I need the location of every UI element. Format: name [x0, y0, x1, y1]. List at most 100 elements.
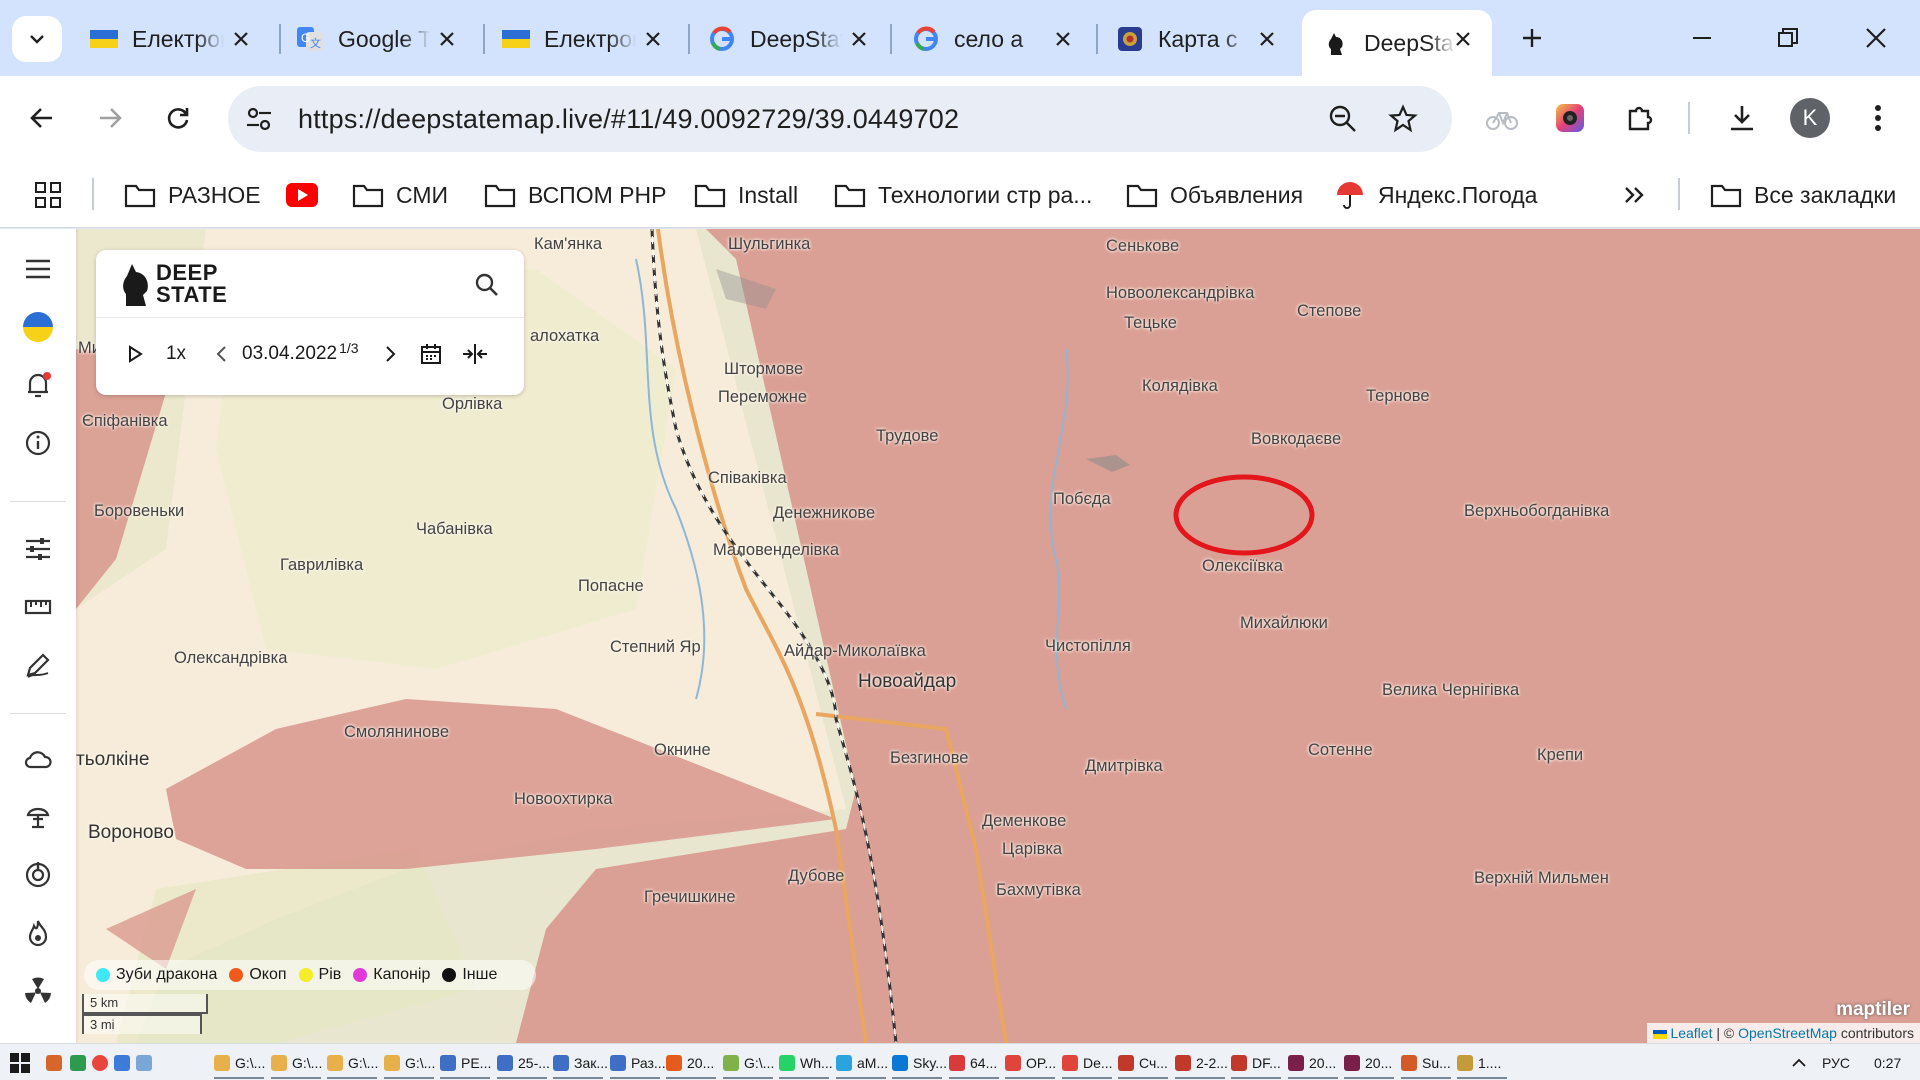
more-bookmarks-button[interactable]: [1622, 178, 1658, 212]
taskbar-window-button[interactable]: OP...: [1005, 1051, 1056, 1075]
filters-button[interactable]: [20, 531, 56, 567]
nuclear-button[interactable]: [20, 973, 56, 1009]
compare-button[interactable]: [460, 338, 490, 370]
map-search-button[interactable]: [470, 268, 504, 302]
new-tab-button[interactable]: [1512, 18, 1552, 58]
taskbar-window-button[interactable]: 20...: [666, 1051, 714, 1075]
bookmark-folder-raznoe[interactable]: РАЗНОЕ: [124, 178, 261, 212]
close-tab-icon[interactable]: [434, 26, 460, 52]
url-text[interactable]: https://deepstatemap.live/#11/49.0092729…: [298, 104, 959, 135]
tab-7-active[interactable]: DeepState: [1302, 10, 1492, 76]
radar-button[interactable]: [20, 857, 56, 893]
pinned-app[interactable]: [46, 1051, 67, 1075]
tab-1[interactable]: Електронна: [70, 10, 270, 68]
legend-item[interactable]: Капонір: [353, 966, 430, 984]
fire-button[interactable]: [20, 915, 56, 951]
clock[interactable]: 0:27: [1874, 1051, 1901, 1075]
back-button[interactable]: [20, 96, 64, 140]
extensions-button[interactable]: [1618, 96, 1662, 140]
taskbar-window-button[interactable]: Сч...: [1118, 1051, 1168, 1075]
taskbar-window-button[interactable]: Wh...: [779, 1051, 833, 1075]
taskbar-window-button[interactable]: G:\...: [723, 1051, 774, 1075]
speed-button[interactable]: 1x: [158, 338, 194, 370]
bookmark-folder-install[interactable]: Install: [694, 178, 798, 212]
taskbar-window-button[interactable]: Sky...: [892, 1051, 947, 1075]
taskbar-window-button[interactable]: PE...: [440, 1051, 491, 1075]
pinned-app[interactable]: [70, 1051, 91, 1075]
close-tab-icon[interactable]: [846, 26, 872, 52]
bookmark-folder-smi[interactable]: СМИ: [352, 178, 448, 212]
draw-button[interactable]: [20, 647, 56, 683]
next-date-button[interactable]: [380, 338, 400, 370]
close-tab-icon[interactable]: [1050, 26, 1076, 52]
air-raid-button[interactable]: [20, 799, 56, 835]
tab-3[interactable]: Електронна: [482, 10, 682, 68]
taskbar-window-button[interactable]: 64...: [949, 1051, 997, 1075]
legend-item[interactable]: Інше: [442, 966, 497, 984]
site-settings-icon[interactable]: [244, 104, 274, 134]
notifications-button[interactable]: [20, 367, 56, 403]
close-tab-icon[interactable]: [228, 26, 254, 52]
zoom-out-icon[interactable]: [1328, 104, 1358, 134]
info-button[interactable]: [20, 425, 56, 461]
language-indicator[interactable]: РУС: [1822, 1051, 1850, 1075]
play-button[interactable]: [122, 338, 148, 370]
apps-button[interactable]: [34, 178, 74, 212]
all-bookmarks-button[interactable]: Все закладки: [1710, 178, 1896, 212]
legend-item[interactable]: Зуби дракона: [96, 966, 217, 984]
ruler-button[interactable]: [20, 589, 56, 625]
close-tab-icon[interactable]: [1254, 26, 1280, 52]
weather-button[interactable]: [20, 741, 56, 777]
taskbar-window-button[interactable]: 20...: [1344, 1051, 1392, 1075]
taskbar-window-button[interactable]: G:\...: [327, 1051, 378, 1075]
leaflet-link[interactable]: Leaflet: [1670, 1025, 1712, 1041]
taskbar-window-button[interactable]: Зак...: [553, 1051, 608, 1075]
menu-button[interactable]: [1856, 96, 1900, 140]
legend-item[interactable]: Окоп: [229, 966, 287, 984]
downloads-button[interactable]: [1720, 96, 1764, 140]
restore-button[interactable]: [1768, 18, 1808, 58]
date-display[interactable]: 03.04.2022 1/3: [242, 338, 359, 370]
taskbar-window-button[interactable]: 20...: [1288, 1051, 1336, 1075]
bookmark-folder-ads[interactable]: Объявления: [1126, 178, 1303, 212]
maptiler-logo[interactable]: maptiler: [1836, 999, 1910, 1021]
extension-camera-button[interactable]: [1548, 96, 1592, 140]
close-window-button[interactable]: [1856, 18, 1896, 58]
bookmark-folder-vspom[interactable]: ВСПОМ PHP: [484, 178, 666, 212]
osm-link[interactable]: OpenStreetMap: [1738, 1025, 1837, 1041]
start-button[interactable]: [10, 1051, 30, 1075]
extension-bike-button[interactable]: [1480, 96, 1524, 140]
tab-search-button[interactable]: [12, 16, 62, 62]
pinned-chrome[interactable]: [92, 1051, 113, 1075]
address-bar[interactable]: https://deepstatemap.live/#11/49.0092729…: [228, 86, 1452, 152]
tab-5[interactable]: село а: [892, 10, 1092, 68]
tab-6[interactable]: Карта с: [1096, 10, 1296, 68]
tab-2[interactable]: G文 Google Translate: [276, 10, 476, 68]
tray-chevron[interactable]: [1792, 1051, 1806, 1075]
minimize-button[interactable]: [1682, 18, 1722, 58]
taskbar-window-button[interactable]: 1....: [1457, 1051, 1501, 1075]
taskbar-window-button[interactable]: G:\...: [214, 1051, 265, 1075]
taskbar-window-button[interactable]: Su...: [1401, 1051, 1451, 1075]
tab-4[interactable]: DeepState: [688, 10, 888, 68]
close-tab-icon[interactable]: [1450, 26, 1476, 52]
legend-item[interactable]: Рів: [298, 966, 341, 984]
profile-button[interactable]: K: [1788, 96, 1832, 140]
taskbar-window-button[interactable]: Раз...: [610, 1051, 666, 1075]
star-icon[interactable]: [1388, 104, 1418, 134]
taskbar-window-button[interactable]: DF...: [1231, 1051, 1281, 1075]
language-button[interactable]: [20, 309, 56, 345]
taskbar-window-button[interactable]: 25-...: [497, 1051, 550, 1075]
reload-button[interactable]: [156, 96, 200, 140]
calendar-button[interactable]: [418, 338, 444, 370]
pinned-app[interactable]: [136, 1051, 157, 1075]
taskbar-window-button[interactable]: De...: [1062, 1051, 1113, 1075]
hamburger-menu-button[interactable]: [20, 251, 56, 287]
pinned-app[interactable]: [114, 1051, 135, 1075]
taskbar-window-button[interactable]: G:\...: [271, 1051, 322, 1075]
taskbar-window-button[interactable]: G:\...: [384, 1051, 435, 1075]
taskbar-window-button[interactable]: 2-2...: [1175, 1051, 1228, 1075]
taskbar-window-button[interactable]: aM...: [836, 1051, 888, 1075]
prev-date-button[interactable]: [212, 338, 232, 370]
forward-button[interactable]: [88, 96, 132, 140]
